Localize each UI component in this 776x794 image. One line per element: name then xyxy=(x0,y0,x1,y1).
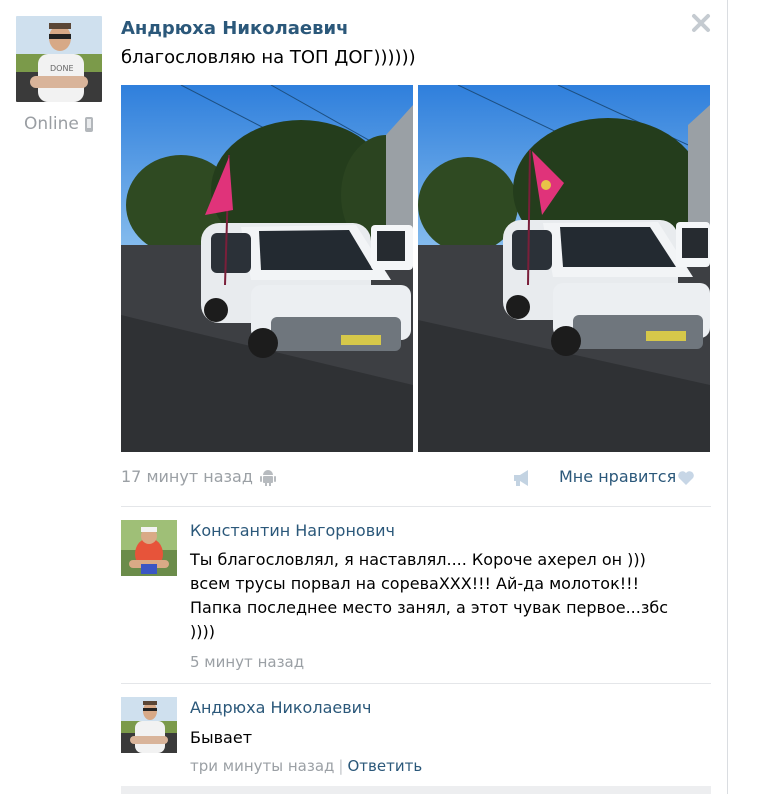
post-timestamp[interactable]: 17 минут назад xyxy=(121,467,276,486)
comment-text: Бывает xyxy=(190,728,253,747)
svg-text:DONE: DONE xyxy=(50,64,74,73)
reply-link[interactable]: Ответить xyxy=(347,757,422,775)
post-time-label: 17 минут назад xyxy=(121,467,253,486)
comment-text: Ты благословлял, я наставлял.... Короче … xyxy=(190,548,710,644)
comment-line: Папка последнее место занял, а этот чува… xyxy=(190,598,669,617)
comment-timestamp[interactable]: три минуты назад xyxy=(190,757,334,775)
wall-post: DONE Online Андрюха Николаевич благослов… xyxy=(0,0,727,794)
online-label: Online xyxy=(24,114,79,134)
comment-line: Ты благословлял, я наставлял.... Короче … xyxy=(190,550,646,569)
comment-avatar[interactable] xyxy=(121,520,177,576)
author-avatar[interactable]: DONE xyxy=(16,16,102,102)
wall-border xyxy=(727,0,728,794)
heart-icon[interactable] xyxy=(677,470,695,486)
close-icon[interactable] xyxy=(690,12,712,34)
comments-divider xyxy=(121,506,711,507)
phone-icon xyxy=(84,116,93,132)
comment-timestamp[interactable]: 5 минут назад xyxy=(190,653,304,671)
comment-author-name[interactable]: Андрюха Николаевич xyxy=(190,698,372,717)
comment-divider xyxy=(121,683,711,684)
post-photo-1[interactable] xyxy=(121,85,413,452)
share-icon[interactable] xyxy=(512,469,534,487)
comment-line: )))) xyxy=(190,622,215,641)
comment-line: всем трусы порвал на сореваXXX!!! Ай-да … xyxy=(190,574,639,593)
comment-avatar[interactable] xyxy=(121,697,177,753)
comment-input-area[interactable] xyxy=(121,786,711,794)
android-icon xyxy=(259,469,276,486)
online-status: Online xyxy=(24,114,93,134)
post-text: благословляю на ТОП ДОГ)))))) xyxy=(121,47,416,68)
post-author-name[interactable]: Андрюха Николаевич xyxy=(121,18,348,39)
meta-separator: | xyxy=(338,757,344,775)
comment-author-name[interactable]: Константин Нагорнович xyxy=(190,521,395,540)
post-photo-2[interactable] xyxy=(418,85,710,452)
like-button[interactable]: Мне нравится xyxy=(559,467,676,486)
comment-meta: три минуты назад | Ответить xyxy=(190,757,422,775)
